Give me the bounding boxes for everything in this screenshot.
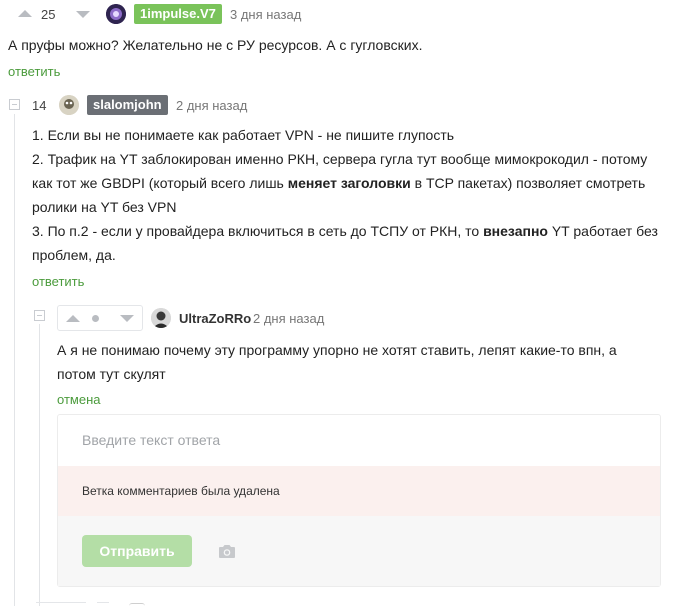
reply-footer: Отправить <box>58 516 660 586</box>
text-run: 3. По п.2 - если у провайдера включиться… <box>32 223 484 239</box>
deleted-notice: Ветка комментариев была удалена <box>58 466 660 516</box>
cancel-link[interactable]: отмена <box>57 392 100 407</box>
comment-text: А пруфы можно? Желательно не с РУ ресурс… <box>8 37 423 53</box>
next-comment-edge <box>97 602 109 606</box>
thread-line[interactable] <box>39 324 40 606</box>
comment-body: А я не понимаю почему эту программу упор… <box>57 338 657 386</box>
username-badge[interactable]: 1impulse.V7 <box>134 4 222 24</box>
comment-score: 14 <box>32 98 47 113</box>
bold-text: меняет заголовки <box>287 175 411 191</box>
vote-control <box>57 305 143 331</box>
reply-link[interactable]: ответить <box>32 274 84 289</box>
comment-paragraph: 1. Если вы не понимаете как работает VPN… <box>32 127 455 143</box>
reply-input[interactable] <box>58 415 660 465</box>
submit-button[interactable]: Отправить <box>82 535 192 567</box>
username-badge[interactable]: slalomjohn <box>87 95 168 115</box>
comment-paragraph: 2. Трафик на YT заблокирован именно РКН,… <box>32 147 662 219</box>
avatar[interactable] <box>106 4 126 24</box>
collapse-icon[interactable] <box>34 310 45 321</box>
comment-time: 3 дня назад <box>230 7 302 22</box>
score-dot <box>92 315 99 322</box>
avatar-image <box>151 308 171 328</box>
comment-body: 1. Если вы не понимаете как работает VPN… <box>32 123 662 267</box>
bold-text: внезапно <box>483 223 548 239</box>
username[interactable]: UltraZoRRo <box>179 311 251 326</box>
avatar[interactable] <box>151 308 171 328</box>
next-comment-edge <box>36 602 86 606</box>
comment-time: 2 дня назад <box>176 98 248 113</box>
downvote-icon[interactable] <box>76 11 90 18</box>
downvote-icon[interactable] <box>120 315 134 322</box>
comment-paragraph: 3. По п.2 - если у провайдера включиться… <box>32 219 662 267</box>
reply-form: Ветка комментариев была удалена Отправит… <box>57 414 661 587</box>
thread-line[interactable] <box>14 114 15 606</box>
collapse-icon[interactable] <box>9 99 20 110</box>
comment-score: 25 <box>41 7 56 22</box>
upvote-icon[interactable] <box>66 315 80 322</box>
reply-link[interactable]: ответить <box>8 64 60 79</box>
avatar[interactable] <box>59 95 79 115</box>
avatar-image <box>106 4 126 24</box>
comment-time: 2 дня назад <box>253 311 325 326</box>
comment-body: А пруфы можно? Желательно не с РУ ресурс… <box>8 33 668 57</box>
camera-icon[interactable] <box>218 544 236 559</box>
comment-text: А я не понимаю почему эту программу упор… <box>57 342 617 382</box>
upvote-icon[interactable] <box>18 10 32 17</box>
avatar-image <box>59 95 79 115</box>
